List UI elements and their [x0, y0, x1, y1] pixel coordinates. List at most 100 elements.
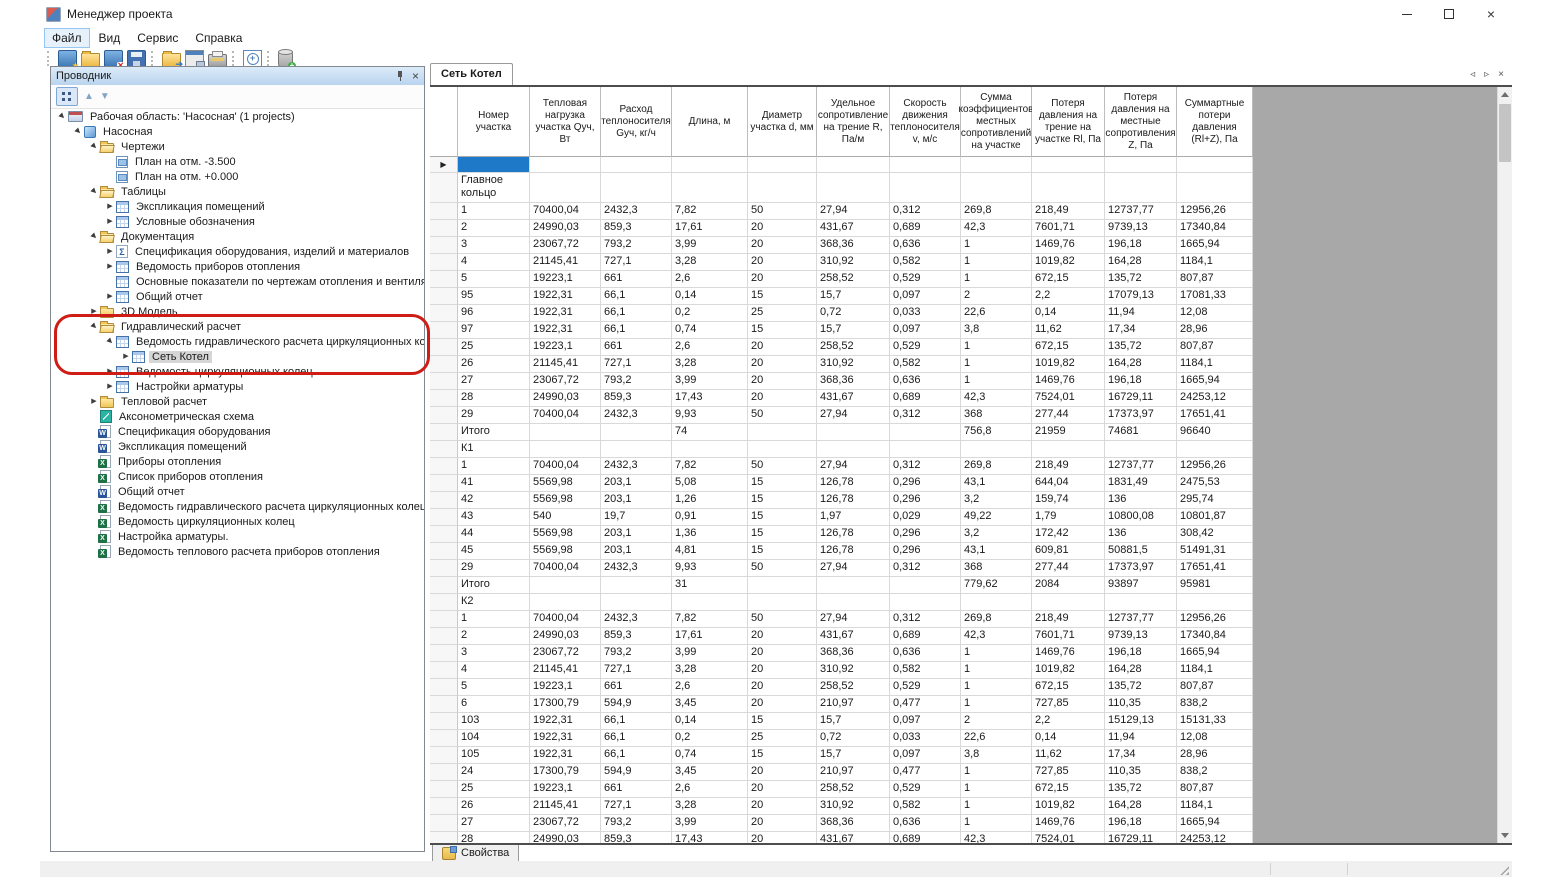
table-cell[interactable]: 26 [458, 798, 530, 815]
table-cell[interactable]: 7601,71 [1032, 220, 1105, 237]
table-cell[interactable] [817, 173, 890, 203]
table-cell[interactable]: 21145,41 [530, 798, 601, 815]
table-cell[interactable]: 1665,94 [1177, 645, 1253, 662]
table-cell[interactable]: 3,28 [672, 254, 748, 271]
table-cell[interactable]: 103 [458, 713, 530, 730]
table-cell[interactable]: 0,097 [890, 747, 961, 764]
tree-item[interactable]: Ведомость гидравлического расчета циркул… [51, 499, 424, 514]
table-cell[interactable]: 368,36 [817, 237, 890, 254]
table-cell[interactable]: 11,62 [1032, 747, 1105, 764]
table-cell[interactable]: 838,2 [1177, 764, 1253, 781]
categorize-icon[interactable] [56, 87, 78, 106]
table-cell[interactable]: 1 [961, 764, 1032, 781]
table-cell[interactable]: 1019,82 [1032, 662, 1105, 679]
table-cell[interactable]: 17300,79 [530, 696, 601, 713]
row-header-cell[interactable] [430, 305, 458, 322]
table-cell[interactable]: 310,92 [817, 798, 890, 815]
move-down-icon[interactable]: ▼ [100, 91, 110, 102]
table-cell[interactable]: 1,79 [1032, 509, 1105, 526]
table-cell[interactable]: 0,296 [890, 543, 961, 560]
table-cell[interactable]: 110,35 [1105, 764, 1177, 781]
table-cell[interactable]: 27 [458, 373, 530, 390]
table-cell[interactable]: Главное кольцо [458, 173, 530, 203]
table-cell[interactable]: 15129,13 [1105, 713, 1177, 730]
table-cell[interactable]: 3,45 [672, 696, 748, 713]
row-header-cell[interactable] [430, 322, 458, 339]
table-cell[interactable]: 0,296 [890, 492, 961, 509]
table-cell[interactable]: 196,18 [1105, 237, 1177, 254]
table-cell[interactable]: 1469,76 [1032, 645, 1105, 662]
table-cell[interactable]: 0,529 [890, 679, 961, 696]
table-cell[interactable]: 310,92 [817, 662, 890, 679]
table-cell[interactable]: К1 [458, 441, 530, 458]
table-cell[interactable]: 7524,01 [1032, 832, 1105, 843]
table-cell[interactable]: 1665,94 [1177, 373, 1253, 390]
table-cell[interactable]: 1 [961, 645, 1032, 662]
table-cell[interactable]: 28 [458, 390, 530, 407]
table-cell[interactable]: 0,312 [890, 458, 961, 475]
table-cell[interactable]: 218,49 [1032, 611, 1105, 628]
expand-icon[interactable]: ▶ [89, 308, 99, 315]
table-cell[interactable] [890, 594, 961, 611]
tree-item[interactable]: ▶3D Модель [51, 304, 424, 319]
row-header-cell[interactable] [430, 815, 458, 832]
table-cell[interactable]: 1922,31 [530, 305, 601, 322]
row-header-cell[interactable] [430, 254, 458, 271]
table-cell[interactable]: 5569,98 [530, 475, 601, 492]
table-cell[interactable]: 12737,77 [1105, 458, 1177, 475]
tree-item[interactable]: План на отм. -3.500 [51, 154, 424, 169]
table-cell[interactable]: 21959 [1032, 424, 1105, 441]
table-cell[interactable]: 368 [961, 560, 1032, 577]
maximize-button[interactable] [1428, 0, 1470, 28]
table-cell[interactable]: 2,2 [1032, 713, 1105, 730]
tree-item[interactable]: ▶Общий отчет [51, 289, 424, 304]
table-cell[interactable]: 859,3 [601, 628, 672, 645]
table-cell[interactable]: 672,15 [1032, 679, 1105, 696]
tree-item[interactable]: ▶Чертежи [51, 139, 424, 154]
row-header-cell[interactable] [430, 645, 458, 662]
panel-close-icon[interactable]: × [412, 70, 419, 82]
table-cell[interactable]: 24990,03 [530, 628, 601, 645]
table-cell[interactable] [1105, 441, 1177, 458]
column-header[interactable]: Тепловая нагрузка участка Qуч, Вт [530, 87, 601, 157]
table-cell[interactable]: 1 [961, 815, 1032, 832]
table-cell[interactable]: 779,62 [961, 577, 1032, 594]
table-cell[interactable]: 2,6 [672, 781, 748, 798]
table-cell[interactable]: Итого [458, 424, 530, 441]
table-cell[interactable]: 431,67 [817, 220, 890, 237]
table-cell[interactable]: 21145,41 [530, 254, 601, 271]
table-cell[interactable] [530, 577, 601, 594]
row-header-cell[interactable] [430, 679, 458, 696]
row-header-cell[interactable] [430, 407, 458, 424]
table-cell[interactable]: 1665,94 [1177, 815, 1253, 832]
table-cell[interactable]: 210,97 [817, 696, 890, 713]
table-cell[interactable] [817, 594, 890, 611]
table-cell[interactable]: 164,28 [1105, 356, 1177, 373]
axonometry-icon[interactable] [243, 50, 262, 68]
row-header-cell[interactable] [430, 220, 458, 237]
tree-item[interactable]: ▶Сеть Котел [51, 349, 424, 364]
table-cell[interactable]: 4 [458, 662, 530, 679]
table-cell[interactable]: 3 [458, 237, 530, 254]
table-cell[interactable]: 17081,33 [1177, 288, 1253, 305]
table-cell[interactable]: 0,582 [890, 356, 961, 373]
table-cell[interactable]: 0,14 [1032, 730, 1105, 747]
expand-icon[interactable]: ▶ [121, 353, 131, 360]
table-cell[interactable]: 672,15 [1032, 271, 1105, 288]
table-cell[interactable]: 66,1 [601, 747, 672, 764]
table-cell[interactable]: 12,08 [1177, 305, 1253, 322]
table-cell[interactable]: 17,43 [672, 832, 748, 843]
table-cell[interactable]: 3,28 [672, 798, 748, 815]
table-cell[interactable]: 672,15 [1032, 781, 1105, 798]
table-cell[interactable]: 43 [458, 509, 530, 526]
table-cell[interactable]: 5,08 [672, 475, 748, 492]
table-cell[interactable]: 1922,31 [530, 322, 601, 339]
table-cell[interactable]: 9,93 [672, 560, 748, 577]
table-cell[interactable]: 1 [961, 271, 1032, 288]
table-cell[interactable]: 23067,72 [530, 645, 601, 662]
table-cell[interactable]: 15 [748, 509, 817, 526]
table-cell[interactable]: 17373,97 [1105, 407, 1177, 424]
table-cell[interactable]: 807,87 [1177, 339, 1253, 356]
table-cell[interactable]: 25 [748, 305, 817, 322]
table-cell[interactable]: 70400,04 [530, 458, 601, 475]
